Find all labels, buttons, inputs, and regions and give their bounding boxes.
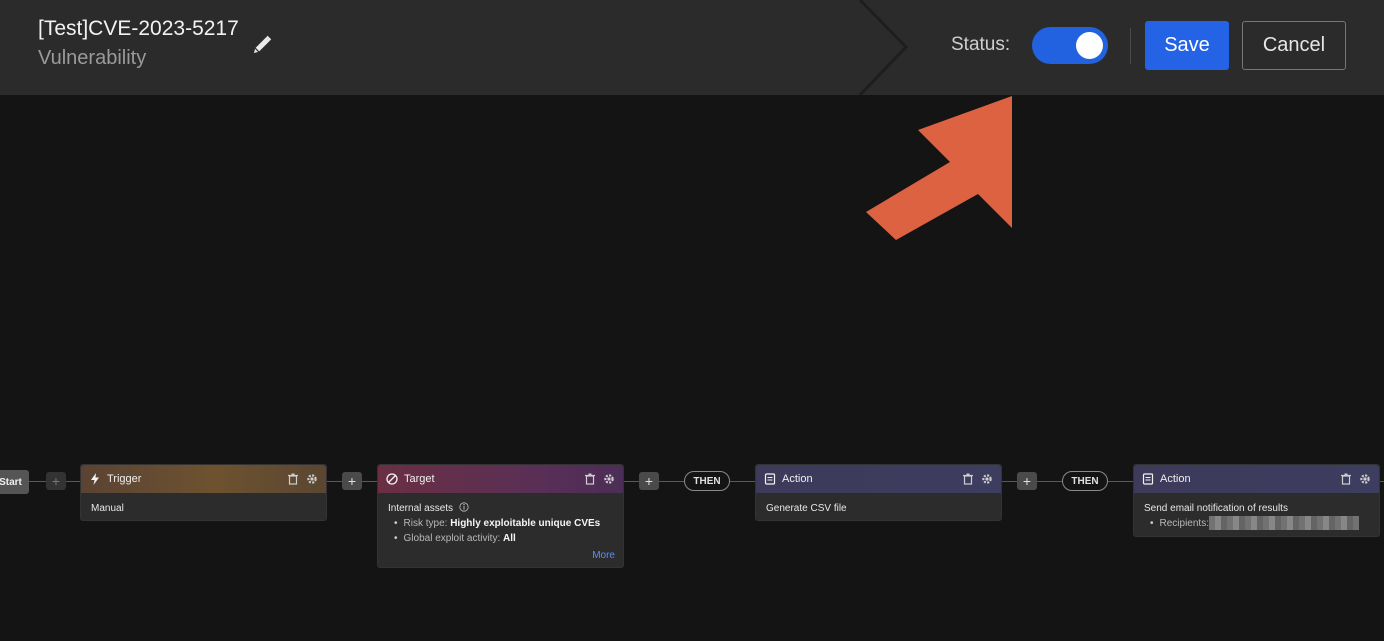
trigger-node[interactable]: Trigger Manual [80,464,327,521]
add-step-button[interactable]: + [1017,472,1037,490]
top-bar: [Test]CVE-2023-5217 Vulnerability Status… [0,0,1384,95]
page-subtitle: Vulnerability [38,47,147,69]
trigger-node-header: Trigger [81,465,326,493]
trigger-node-title: Trigger [107,473,142,485]
target-asset-row: Internal assets [388,501,613,516]
list-item: Risk type: Highly exploitable unique CVE… [394,516,613,531]
then-connector: THEN [1062,471,1108,491]
list-item: Global exploit activity: All [394,531,613,546]
then-connector: THEN [684,471,730,491]
action-node-title: Action [782,473,813,485]
target-node-body: Internal assets Risk type: Highly exploi… [378,493,623,554]
toggle-knob [1076,32,1103,59]
action-node-body: Send email notification of results Recip… [1134,493,1379,539]
pencil-icon[interactable] [250,33,274,57]
arrow-up-right-icon [866,96,1012,240]
action-node-body: Generate CSV file [766,503,847,514]
action-node-description: Send email notification of results [1144,503,1288,514]
action-node-header: Action [1134,465,1379,493]
target-node[interactable]: Target Internal assets Risk type: Highly… [377,464,624,568]
status-label: Status: [951,34,1011,55]
target-icon [386,473,398,485]
header-divider [1130,28,1131,64]
trash-icon[interactable] [962,473,974,485]
gear-icon[interactable] [1359,473,1371,485]
header-chevron-divider [858,0,909,95]
action-node-title: Action [1160,473,1191,485]
trigger-node-body: Manual [91,503,124,514]
gear-icon[interactable] [981,473,993,485]
action-node-email[interactable]: Action Send email notification of result… [1133,464,1380,537]
title-block: [Test]CVE-2023-5217 Vulnerability [38,17,239,70]
recipients-list: Recipients: [1144,516,1369,531]
trash-icon[interactable] [584,473,596,485]
page-title: [Test]CVE-2023-5217 [38,17,239,40]
add-step-button[interactable]: + [46,472,66,490]
target-node-title: Target [404,473,435,485]
action-node-csv[interactable]: Action Generate CSV file [755,464,1002,521]
more-link[interactable]: More [592,550,615,561]
start-node[interactable]: Start [0,470,29,494]
list-item: Recipients: [1150,516,1369,531]
gear-icon[interactable] [603,473,615,485]
document-icon [1142,473,1154,485]
info-icon[interactable] [459,502,469,512]
trash-icon[interactable] [287,473,299,485]
cancel-button[interactable]: Cancel [1242,21,1346,70]
target-node-header: Target [378,465,623,493]
redacted-recipients [1208,516,1359,531]
gear-icon[interactable] [306,473,318,485]
status-toggle[interactable] [1032,27,1108,64]
action-node-header: Action [756,465,1001,493]
target-criteria-list: Risk type: Highly exploitable unique CVE… [388,516,613,546]
target-asset-title: Internal assets [388,503,454,514]
lightning-icon [89,473,101,485]
save-button[interactable]: Save [1145,21,1229,70]
trash-icon[interactable] [1340,473,1352,485]
add-step-button[interactable]: + [342,472,362,490]
add-step-button[interactable]: + [639,472,659,490]
document-icon [764,473,776,485]
